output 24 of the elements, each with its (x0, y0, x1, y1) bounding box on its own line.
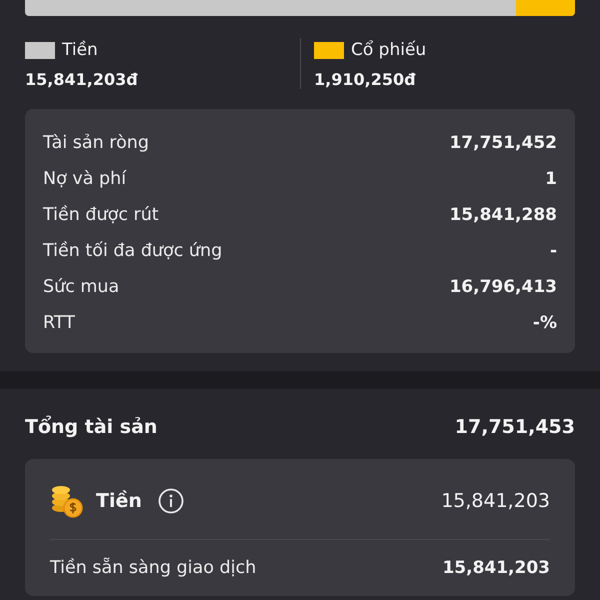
row-label: RTT (43, 313, 75, 333)
row-label: Sức mua (43, 277, 120, 297)
row-value: - (550, 241, 557, 261)
row-value: 15,841,288 (449, 205, 557, 225)
info-icon[interactable] (158, 488, 184, 514)
row-label: Tiền được rút (43, 205, 159, 225)
total-value: 17,751,453 (454, 416, 575, 438)
row-value: 1 (545, 169, 557, 189)
coins-icon (50, 484, 84, 518)
row-value: -% (532, 313, 557, 333)
row-label: Tiền tối đa được ứng (43, 241, 222, 261)
legend-label: Tiền (62, 40, 98, 60)
row-label: Tài sản ròng (43, 133, 150, 153)
cash-title: Tiền (96, 490, 142, 512)
legend-label: Cổ phiếu (351, 40, 426, 60)
legend-value: 15,841,203đ (25, 70, 139, 89)
row-label: Nợ và phí (43, 169, 126, 189)
total-label: Tổng tài sản (25, 416, 158, 438)
row-label: Tiền sẵn sàng giao dịch (50, 558, 256, 578)
row-value: 16,796,413 (449, 277, 557, 297)
cash-value: 15,841,203 (441, 490, 550, 512)
row-value: 17,751,452 (449, 133, 557, 153)
legend-value: 1,910,250đ (314, 70, 417, 89)
row-value: 15,841,203 (442, 558, 550, 578)
